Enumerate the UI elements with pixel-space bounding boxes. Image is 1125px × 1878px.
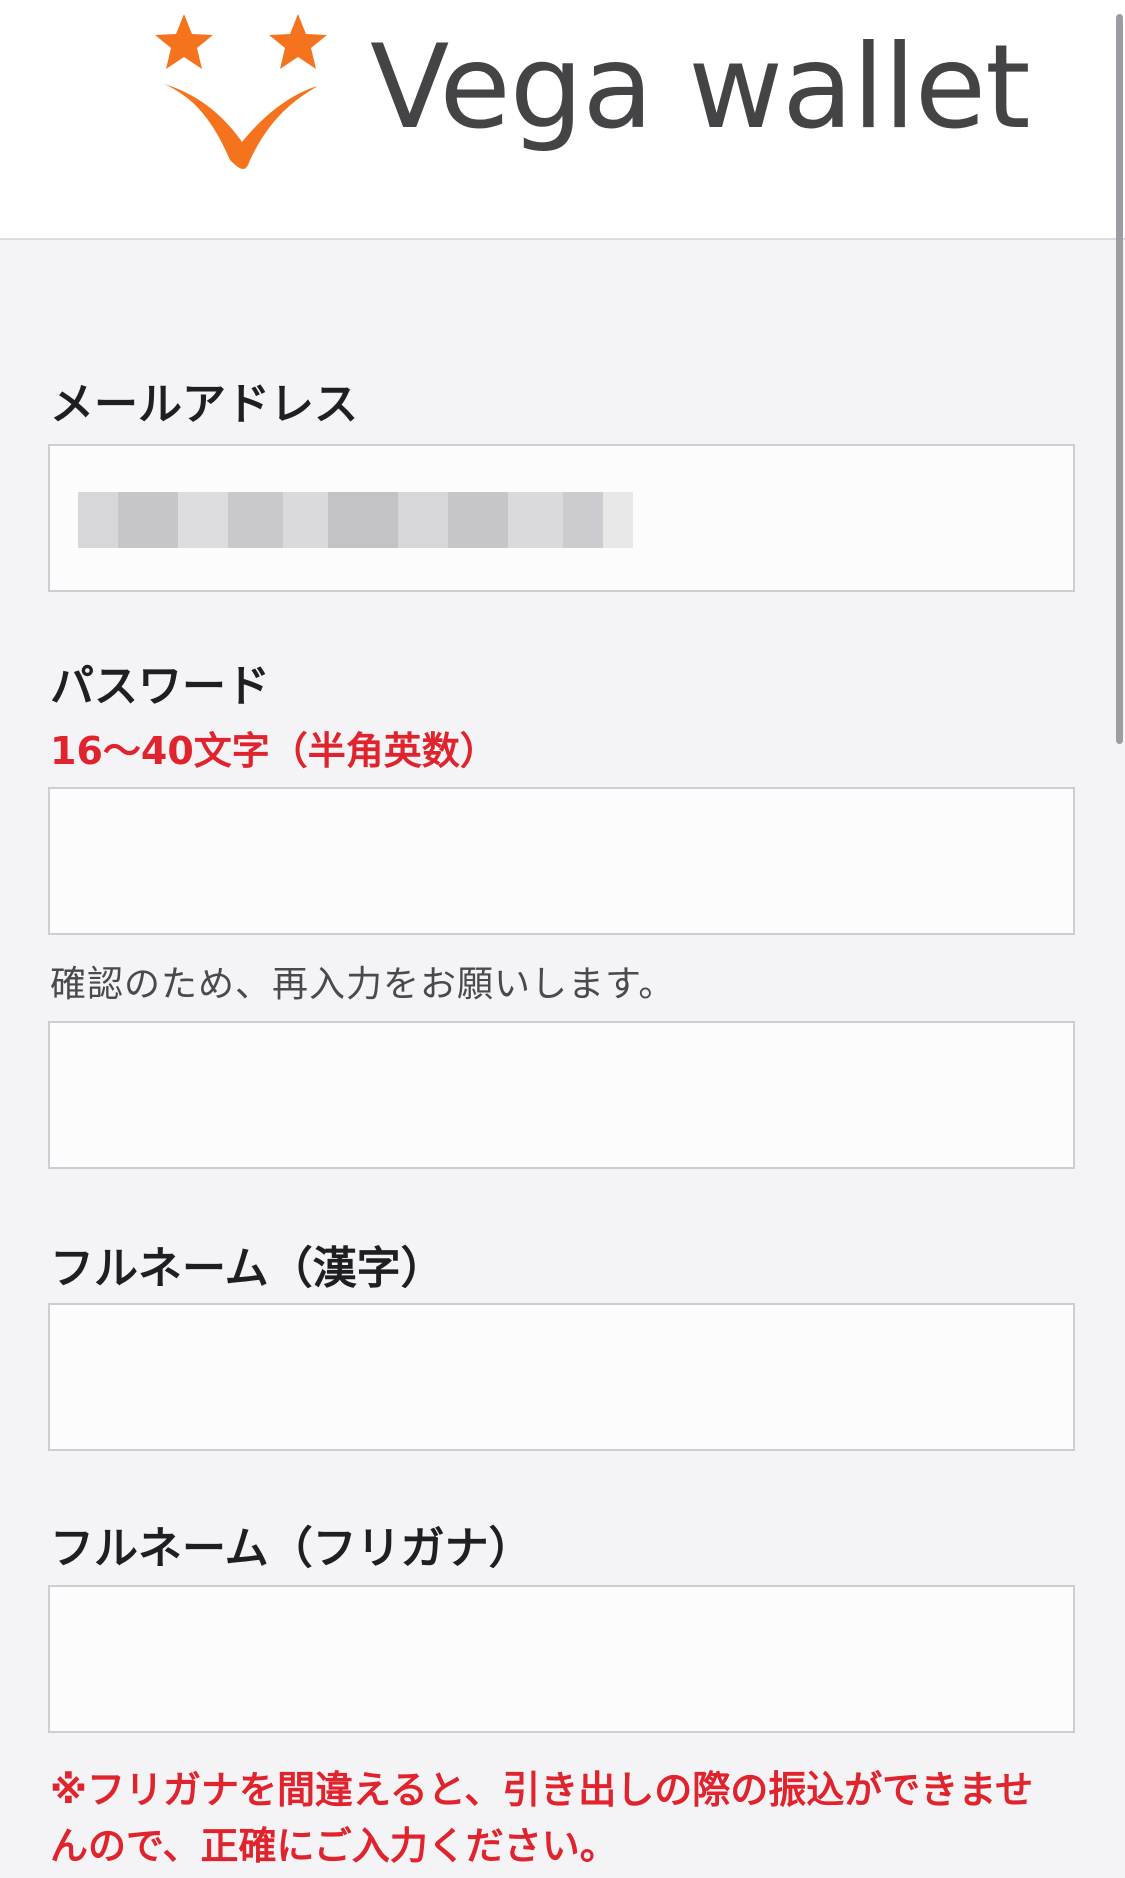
password-label: パスワード bbox=[50, 661, 270, 712]
kana-warning-note: ※フリガナを間違えると、引き出しの際の振込ができませんので、正確にご入力ください… bbox=[50, 1768, 1034, 1868]
full-name-kanji-label: フルネーム（漢字） bbox=[50, 1243, 445, 1294]
password-confirm-input[interactable] bbox=[50, 1023, 1073, 1167]
logo-check-icon bbox=[164, 84, 318, 169]
password-requirement: 16〜40文字（半角英数） bbox=[50, 729, 498, 773]
brand-name: Vega wallet bbox=[370, 20, 1031, 155]
logo-star-left-icon bbox=[155, 14, 213, 69]
password-input[interactable] bbox=[50, 789, 1073, 933]
full-name-kana-label: フルネーム（フリガナ） bbox=[50, 1523, 533, 1574]
app-header: Vega wallet bbox=[0, 0, 1125, 240]
full-name-kana-field[interactable] bbox=[48, 1585, 1075, 1733]
email-field[interactable] bbox=[48, 444, 1075, 592]
vega-logo-icon bbox=[155, 14, 327, 169]
email-label: メールアドレス bbox=[50, 379, 358, 430]
email-input[interactable] bbox=[50, 446, 1073, 590]
password-confirm-hint: 確認のため、再入力をお願いします。 bbox=[50, 964, 676, 1005]
password-confirm-field[interactable] bbox=[48, 1021, 1075, 1169]
scrollbar[interactable] bbox=[1116, 14, 1123, 744]
full-name-kanji-input[interactable] bbox=[50, 1305, 1073, 1449]
password-field[interactable] bbox=[48, 787, 1075, 935]
logo-star-right-icon bbox=[269, 14, 327, 69]
full-name-kana-input[interactable] bbox=[50, 1587, 1073, 1731]
full-name-kanji-field[interactable] bbox=[48, 1303, 1075, 1451]
